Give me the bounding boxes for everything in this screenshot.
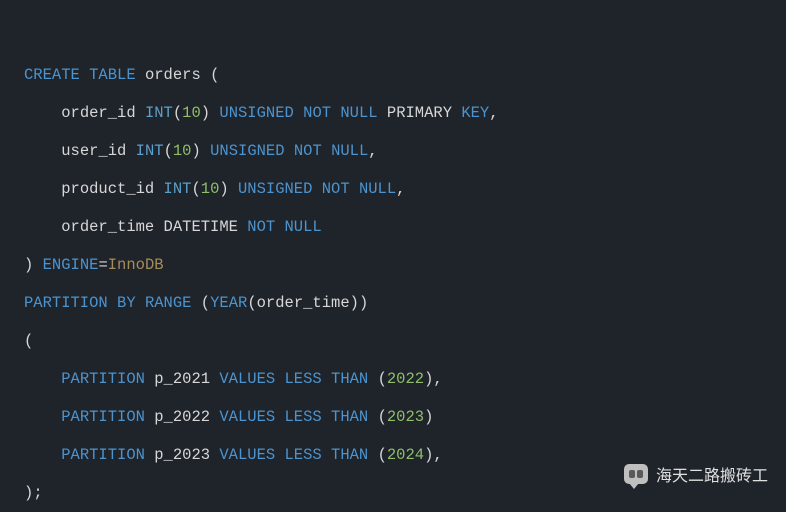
code-line-3: user_id INT(10) UNSIGNED NOT NULL, [24, 142, 378, 160]
wechat-icon [624, 464, 648, 484]
code-line-6: ) ENGINE=InnoDB [24, 256, 164, 274]
watermark: 海天二路搬砖工 [624, 462, 768, 486]
code-line-2: order_id INT(10) UNSIGNED NOT NULL PRIMA… [24, 104, 499, 122]
code-line-7: PARTITION BY RANGE (YEAR(order_time)) [24, 294, 368, 312]
code-line-8: ( [24, 332, 33, 350]
code-line-4: product_id INT(10) UNSIGNED NOT NULL, [24, 180, 405, 198]
code-line-12: ); [24, 484, 43, 502]
code-line-11: PARTITION p_2023 VALUES LESS THAN (2024)… [24, 446, 443, 464]
sql-code-block: CREATE TABLE orders ( order_id INT(10) U… [24, 18, 766, 512]
code-line-5: order_time DATETIME NOT NULL [24, 218, 322, 236]
code-line-1: CREATE TABLE orders ( [24, 66, 219, 84]
code-line-9: PARTITION p_2021 VALUES LESS THAN (2022)… [24, 370, 443, 388]
code-line-10: PARTITION p_2022 VALUES LESS THAN (2023) [24, 408, 433, 426]
watermark-text: 海天二路搬砖工 [656, 462, 768, 486]
